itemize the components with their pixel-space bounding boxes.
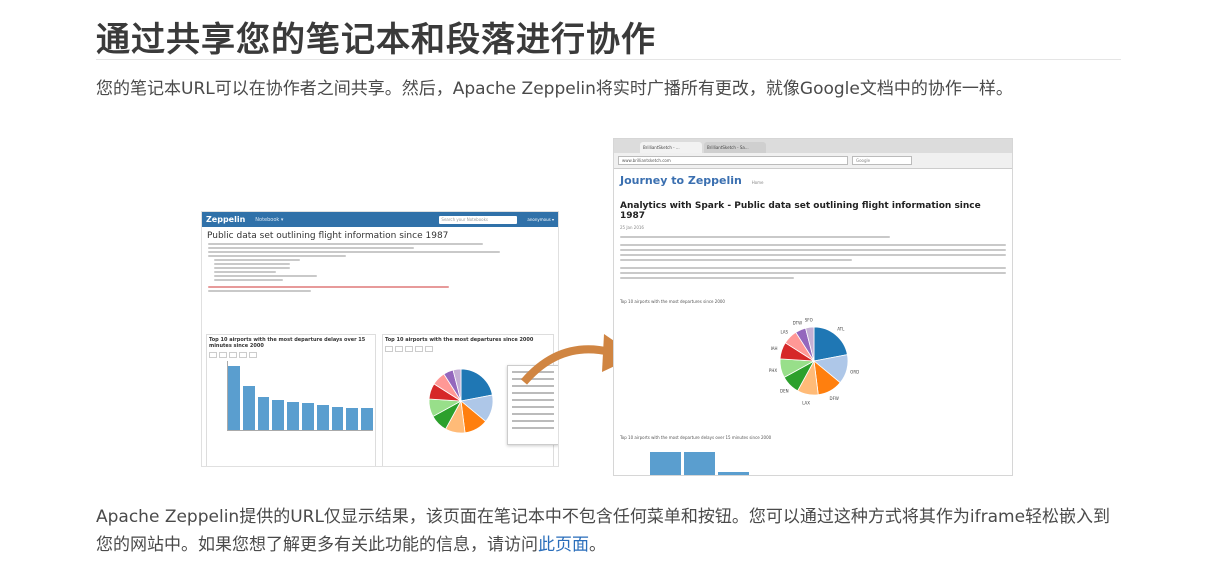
notebook-search: Search your Notebooks xyxy=(439,215,518,224)
bar xyxy=(272,399,285,430)
post-title: Analytics with Spark - Public data set o… xyxy=(620,201,981,221)
bar xyxy=(287,402,299,430)
delay-bar-chart-embedded xyxy=(650,448,910,475)
post-text: 25 Jan 2016 xyxy=(620,225,1006,279)
post-date: 25 Jan 2016 xyxy=(620,225,644,230)
chart2-caption: Top 10 airports with the most departure … xyxy=(620,435,772,440)
chart-toolbar xyxy=(209,352,373,358)
browser-tab: BrilliantSketch - Sa... xyxy=(704,142,766,153)
bar-panel-title: Top 10 airports with the most departure … xyxy=(209,337,366,349)
pie-label: ORD xyxy=(850,369,859,374)
pie-label: IAH xyxy=(771,346,778,351)
bar xyxy=(650,452,681,475)
chart1-caption: Top 10 airports with the most departures… xyxy=(620,299,725,304)
pie-label: DTW xyxy=(793,320,803,325)
intro-paragraph: 您的笔记本URL可以在协作者之间共享。然后，Apache Zeppelin将实时… xyxy=(96,79,1013,99)
notebook-menu: Notebook ▾ xyxy=(255,216,284,223)
outro-paragraph: Apache Zeppelin提供的URL仅显示结果，该页面在笔记本中不包含任何… xyxy=(96,503,1126,559)
bar xyxy=(242,386,255,430)
pie-label: DEN xyxy=(780,389,789,394)
browser-toolbar: www.brilliantsketch.com Google xyxy=(614,153,1012,169)
pie-label: PHX xyxy=(769,368,777,373)
pie-label: DFW xyxy=(830,396,839,401)
page-title: 通过共享您的笔记本和段落进行协作 xyxy=(96,20,656,60)
blog-title-text: Journey to Zeppelin xyxy=(620,174,742,187)
browser-search-box: Google xyxy=(852,156,912,165)
bar xyxy=(302,403,314,430)
delay-bar-chart xyxy=(227,361,373,431)
bar xyxy=(718,472,749,475)
title-divider xyxy=(96,59,1121,60)
pie-label: SFO xyxy=(805,317,813,322)
bar xyxy=(331,406,344,430)
pie-label: LAX xyxy=(802,400,810,405)
outro-end: 。 xyxy=(589,535,606,555)
zeppelin-logo: Zeppelin xyxy=(206,215,246,224)
blog-nav-home: Home xyxy=(751,180,764,185)
bar xyxy=(228,365,240,430)
bar xyxy=(316,404,329,430)
url-bar: www.brilliantsketch.com xyxy=(618,156,848,165)
zeppelin-navbar: Zeppelin Notebook ▾ Search your Notebook… xyxy=(202,212,558,227)
blog-title: Journey to Zeppelin Home xyxy=(620,174,1006,187)
bar xyxy=(346,407,359,430)
departure-pie-chart-embedded: ATL ORD DFW LAX DEN PHX IAH LAS DTWSFO xyxy=(769,317,859,405)
bar xyxy=(257,397,270,430)
notebook-heading: Public data set outlining flight informa… xyxy=(207,231,449,241)
pie-label: ATL xyxy=(837,327,845,332)
notebook-screenshot: Zeppelin Notebook ▾ Search your Notebook… xyxy=(201,211,559,467)
user-menu: anonymous ▾ xyxy=(527,217,554,222)
browser-tabs: BrilliantSketch - ... BrilliantSketch - … xyxy=(614,139,1012,153)
pie-label: LAS xyxy=(780,329,788,334)
bar xyxy=(684,452,715,475)
departure-pie-chart xyxy=(428,368,494,434)
browser-tab: BrilliantSketch - ... xyxy=(640,142,702,153)
notebook-text xyxy=(208,243,552,292)
bar xyxy=(361,408,373,430)
feature-page-link[interactable]: 此页面 xyxy=(538,535,589,555)
delay-bar-panel: Top 10 airports with the most departure … xyxy=(206,334,376,466)
embedded-blog-screenshot: BrilliantSketch - ... BrilliantSketch - … xyxy=(613,138,1013,476)
